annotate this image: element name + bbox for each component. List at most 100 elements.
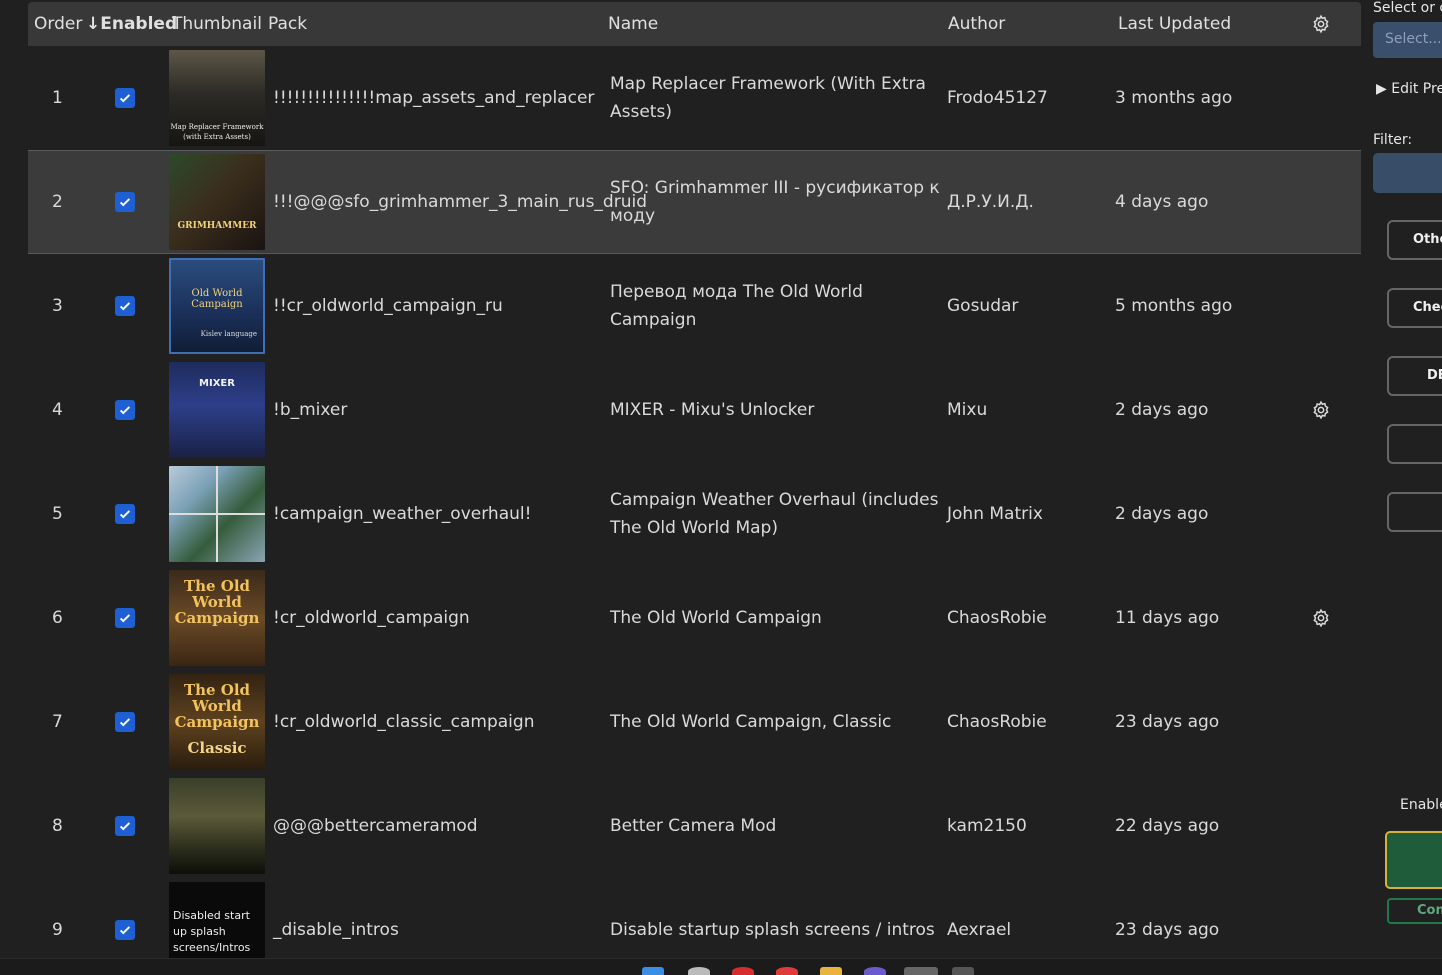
enabled-checkbox[interactable]: [115, 88, 135, 108]
app-misc-icon[interactable]: [952, 967, 974, 975]
enabled-checkbox[interactable]: [115, 816, 135, 836]
opera-icon[interactable]: [732, 967, 754, 975]
mod-author: Gosudar: [947, 296, 1019, 316]
thumbnail-subcaption: Kislev language: [200, 330, 257, 338]
table-row[interactable]: 2 GRIMHAMMER !!!@@@sfo_grimhammer_3_main_r…: [28, 150, 1361, 254]
windows-start-icon[interactable]: [642, 967, 664, 975]
mod-thumbnail: MIXER: [169, 362, 265, 458]
app-purple-icon[interactable]: [864, 967, 886, 975]
taskbar: [0, 958, 1442, 975]
mod-name: SFO: Grimhammer III - русификатор к моду: [610, 178, 940, 226]
row-order: 6: [52, 608, 63, 628]
header-pack[interactable]: Pack: [268, 14, 307, 34]
header-thumbnail[interactable]: Thumbnail: [172, 14, 262, 34]
mod-thumbnail: The Old World Campaign Classic: [169, 674, 265, 770]
enabled-checkbox[interactable]: [115, 296, 135, 316]
thumbnail-caption: Old World Campaign: [191, 288, 243, 310]
column-settings-gear-icon[interactable]: [1311, 14, 1331, 34]
app-gear-icon[interactable]: [904, 967, 938, 975]
mod-author: Frodo45127: [947, 88, 1048, 108]
row-order: 4: [52, 400, 63, 420]
mod-author: ChaosRobie: [947, 712, 1047, 732]
checkmark-icon: [119, 614, 131, 623]
pack-name: !!!!!!!!!!!!!!!map_assets_and_replacer: [273, 88, 595, 108]
table-row[interactable]: 6 The Old World Campaign !cr_oldworld_camp…: [28, 566, 1361, 670]
checkmark-icon: [119, 198, 131, 207]
header-author[interactable]: Author: [948, 14, 1005, 34]
pack-name: !campaign_weather_overhaul!: [273, 504, 532, 524]
thumbnail-caption: Disabled start up splash screens/Intros: [173, 909, 251, 954]
header-last-updated[interactable]: Last Updated: [1118, 14, 1231, 34]
other-button[interactable]: Othe: [1387, 220, 1442, 260]
filter-input[interactable]: [1373, 153, 1442, 193]
enabled-label: Enable: [1400, 797, 1442, 813]
checkmark-icon: [119, 822, 131, 831]
enabled-checkbox[interactable]: [115, 712, 135, 732]
checkmark-icon: [119, 94, 131, 103]
last-updated: 5 months ago: [1115, 296, 1233, 316]
con-button[interactable]: Con: [1387, 898, 1442, 924]
checkmark-icon: [119, 406, 131, 415]
folder-icon[interactable]: [820, 967, 842, 975]
app-red-icon[interactable]: [776, 967, 798, 975]
last-updated: 2 days ago: [1115, 504, 1209, 524]
header-order[interactable]: Order: [34, 14, 82, 34]
row-order: 9: [52, 920, 63, 940]
edit-preset-toggle[interactable]: ▶ Edit Pre: [1376, 81, 1442, 97]
play-button[interactable]: [1385, 831, 1442, 889]
row-order: 7: [52, 712, 63, 732]
mod-thumbnail: Map Replacer Framework (with Extra Asset…: [169, 50, 265, 146]
preset-select-placeholder: Select...: [1385, 31, 1442, 47]
mod-settings-gear-icon[interactable]: [1311, 400, 1331, 420]
row-order: 3: [52, 296, 63, 316]
mod-settings-gear-icon[interactable]: [1311, 608, 1331, 628]
thumbnail-caption: The Old World Campaign: [174, 681, 260, 731]
thumbnail-caption: The Old World Campaign: [174, 577, 260, 627]
pack-name: !!!@@@sfo_grimhammer_3_main_rus_druid: [273, 192, 647, 212]
mod-name: Disable startup splash screens / intros: [610, 920, 935, 940]
filter-label: Filter:: [1373, 132, 1413, 148]
enabled-checkbox[interactable]: [115, 608, 135, 628]
checkmark-icon: [119, 718, 131, 727]
mod-name: Map Replacer Framework (With Extra Asset…: [610, 74, 926, 122]
pack-name: !cr_oldworld_campaign: [273, 608, 470, 628]
table-row[interactable]: 4 MIXER !b_mixer MIXER - Mixu's Unlocker Mix…: [28, 358, 1361, 462]
mod-author: Aexrael: [947, 920, 1012, 940]
enabled-checkbox[interactable]: [115, 400, 135, 420]
pack-name: @@@bettercameramod: [273, 816, 478, 836]
table-row[interactable]: 3 Old World Campaign Kislev language !!cr_o…: [28, 254, 1361, 358]
enabled-checkbox[interactable]: [115, 920, 135, 940]
search-icon[interactable]: [688, 967, 710, 975]
table-row[interactable]: 8 @@@bettercameramod Better Camera Mod kam2…: [28, 774, 1361, 878]
triangle-right-icon: ▶: [1376, 81, 1387, 97]
header-name[interactable]: Name: [608, 14, 658, 34]
thumbnail-caption: Map Replacer Framework (with Extra Asset…: [170, 123, 264, 141]
mod-name: The Old World Campaign: [610, 608, 822, 628]
check-button[interactable]: Chec: [1387, 288, 1442, 328]
header-enabled[interactable]: ↓Enabled: [86, 14, 177, 34]
mod-name: MIXER - Mixu's Unlocker: [610, 400, 815, 420]
preset-select-label: Select or c: [1373, 0, 1442, 16]
enabled-checkbox[interactable]: [115, 504, 135, 524]
sort-down-arrow-icon: ↓: [86, 14, 101, 34]
row-order: 8: [52, 816, 63, 836]
table-row[interactable]: 1 Map Replacer Framework (with Extra Asse…: [28, 46, 1361, 150]
pack-name: !!cr_oldworld_campaign_ru: [273, 296, 503, 316]
panel-button-5[interactable]: [1387, 492, 1442, 532]
mod-thumbnail: [169, 778, 265, 874]
mod-thumbnail: GRIMHAMMER: [169, 154, 265, 250]
last-updated: 2 days ago: [1115, 400, 1209, 420]
panel-button-4[interactable]: [1387, 424, 1442, 464]
checkmark-icon: [119, 926, 131, 935]
table-header: Order ↓Enabled Thumbnail Pack Name Autho…: [28, 2, 1361, 46]
enabled-checkbox[interactable]: [115, 192, 135, 212]
last-updated: 22 days ago: [1115, 816, 1220, 836]
mod-author: Mixu: [947, 400, 988, 420]
table-row[interactable]: 5 !campaign_weather_overhaul! Campaign Wea…: [28, 462, 1361, 566]
mod-name: Campaign Weather Overhaul (includes The …: [610, 490, 939, 538]
table-row[interactable]: 7 The Old World Campaign Classic !cr_oldwor…: [28, 670, 1361, 774]
mod-name: Better Camera Mod: [610, 816, 777, 836]
thumbnail-caption: MIXER: [199, 378, 235, 389]
preset-select[interactable]: Select...: [1373, 22, 1442, 58]
de-button[interactable]: DE: [1387, 356, 1442, 396]
